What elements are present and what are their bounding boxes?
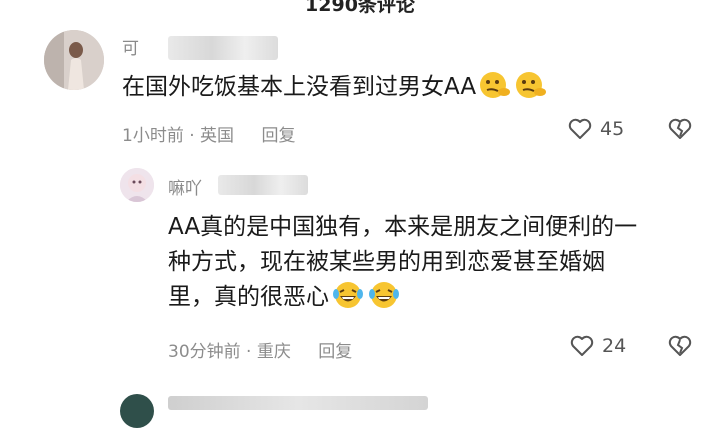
username[interactable]: 嘛吖 (168, 174, 202, 199)
comment-count-title: 1290条评论 (305, 0, 415, 16)
comment-body: 在国外吃饭基本上没看到过男女AA (122, 74, 477, 100)
comment-meta: 1小时前 · 英国 回复 (122, 126, 296, 146)
comment-text: AA真的是中国独有，本来是朋友之间便利的一 种方式，现在被某些男的用到恋爱甚至婚… (168, 210, 637, 321)
comment-line: AA真的是中国独有，本来是朋友之间便利的一 (168, 214, 638, 240)
avatar[interactable] (120, 168, 154, 202)
broken-heart-icon (668, 118, 692, 140)
like-count: 45 (600, 118, 625, 140)
comment-location: 重庆 (256, 342, 291, 362)
comment-location: 英国 (200, 126, 235, 146)
heart-icon (568, 118, 592, 140)
laughing-tears-emoji-icon (331, 280, 365, 321)
blurred-username (168, 396, 428, 410)
comment-time: 1小时前 (122, 126, 184, 146)
thinking-emoji-icon (514, 70, 548, 111)
blurred-username (168, 36, 278, 60)
avatar[interactable] (44, 30, 104, 90)
comment-line: 里，真的很恶心 (168, 284, 329, 310)
broken-heart-icon (668, 335, 692, 357)
dislike-button[interactable] (668, 118, 692, 140)
comment-time: 30分钟前 (168, 342, 241, 362)
like-button[interactable]: 45 (568, 118, 624, 140)
comment-line: 种方式，现在被某些男的用到恋爱甚至婚姻 (168, 249, 605, 275)
comment-meta: 30分钟前 · 重庆 回复 (168, 342, 353, 362)
heart-icon (570, 335, 594, 357)
reply-button[interactable]: 回复 (261, 126, 295, 146)
avatar[interactable] (120, 394, 154, 428)
thinking-emoji-icon (478, 70, 512, 111)
like-count: 24 (602, 335, 627, 357)
username[interactable]: 可 (122, 34, 139, 59)
dislike-button[interactable] (668, 335, 692, 357)
reply-button[interactable]: 回复 (318, 342, 352, 362)
laughing-tears-emoji-icon (367, 280, 401, 321)
comment-text: 在国外吃饭基本上没看到过男女AA (122, 70, 548, 111)
blurred-username (218, 175, 308, 195)
like-button[interactable]: 24 (570, 335, 626, 357)
